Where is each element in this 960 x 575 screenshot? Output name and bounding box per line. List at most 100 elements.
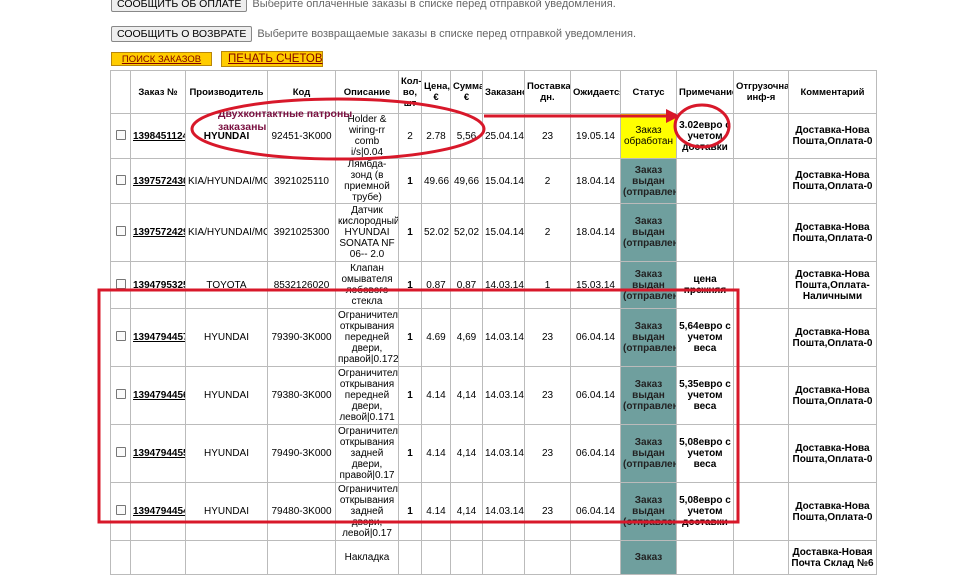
price-cell: [421, 540, 451, 575]
header-select: [110, 70, 131, 114]
ordered-date-cell: 15.04.14: [482, 203, 525, 262]
description-cell: Ограничитель открывания задней двери, пр…: [335, 424, 399, 483]
ordered-date-cell: 14.03.14: [482, 366, 525, 425]
order-number-link[interactable]: 1394794457: [130, 308, 186, 367]
row-checkbox[interactable]: [110, 261, 131, 309]
shipping-info-cell: [733, 158, 789, 204]
price-cell: 0.87: [421, 261, 451, 309]
order-number-link[interactable]: 1397572430: [130, 158, 186, 204]
note-cell: 5,64евро с учетом веса: [676, 308, 734, 367]
row-checkbox[interactable]: [110, 366, 131, 425]
table-row: 1394795325 TOYOTA 8532126020 Клапан омыв…: [110, 261, 877, 309]
note-cell: 5,08евро с учетом веса: [676, 424, 734, 483]
order-number-link[interactable]: [130, 540, 186, 575]
description-cell: Датчик кислородный HYUNDAI SONATA NF 06-…: [335, 203, 399, 262]
sum-cell: 49,66: [450, 158, 483, 204]
delivery-days-cell: 23: [524, 113, 571, 159]
header-ordered[interactable]: Заказано: [482, 70, 525, 114]
order-number-link[interactable]: 1394794455: [130, 424, 186, 483]
print-invoices-button[interactable]: ПЕЧАТЬ СЧЕТОВ: [221, 51, 323, 67]
sum-cell: 4,14: [450, 482, 483, 541]
row-checkbox[interactable]: [110, 158, 131, 204]
row-checkbox[interactable]: [110, 424, 131, 483]
price-cell: 4.69: [421, 308, 451, 367]
expected-date-cell: 18.04.14: [570, 203, 621, 262]
header-expected[interactable]: Ожидается: [570, 70, 621, 114]
header-status[interactable]: Статус: [620, 70, 677, 114]
sum-cell: 4,14: [450, 366, 483, 425]
sum-cell: 4,14: [450, 424, 483, 483]
description-cell: Накладка: [335, 540, 399, 575]
row-checkbox[interactable]: [110, 113, 131, 159]
comment-cell: Доставка-Новая Почта Склад №6: [788, 540, 877, 575]
header-qty[interactable]: Кол-во, шт: [398, 70, 422, 114]
price-cell: 4.14: [421, 424, 451, 483]
shipping-info-cell: [733, 366, 789, 425]
comment-cell: Доставка-Нова Пошта,Оплата-Наличными: [788, 261, 877, 309]
ordered-date-cell: [482, 540, 525, 575]
row-checkbox[interactable]: [110, 203, 131, 262]
expected-date-cell: 06.04.14: [570, 424, 621, 483]
order-number-link[interactable]: 1398451124: [130, 113, 186, 159]
ordered-date-cell: 25.04.14: [482, 113, 525, 159]
status-badge: Заказ выдан (отправлен): [620, 261, 677, 309]
header-delivery[interactable]: Поставка, дн.: [524, 70, 571, 114]
delivery-days-cell: [524, 540, 571, 575]
shipping-info-cell: [733, 113, 789, 159]
qty-cell: 1: [398, 482, 422, 541]
search-orders-button[interactable]: ПОИСК ЗАКАЗОВ: [111, 52, 212, 66]
sum-cell: [450, 540, 483, 575]
manufacturer-cell: TOYOTA: [185, 261, 268, 309]
annotation-text: Двухконтактные патроны заказаны: [218, 108, 353, 133]
note-cell: цена прежняя: [676, 261, 734, 309]
notify-payment-button[interactable]: СООБЩИТЬ ОБ ОПЛАТЕ: [111, 0, 248, 12]
expected-date-cell: 15.03.14: [570, 261, 621, 309]
shipping-info-cell: [733, 203, 789, 262]
vertical-scrollbar[interactable]: [948, 0, 960, 540]
header-shipping[interactable]: Отгрузочная инф-я: [733, 70, 789, 114]
code-cell: 3921025300: [267, 203, 336, 262]
order-number-link[interactable]: 1397572429: [130, 203, 186, 262]
status-badge: Заказ обработан: [620, 113, 677, 159]
table-row: 1394794454 HYUNDAI 79480-3K000 Ограничит…: [110, 482, 877, 541]
description-cell: Ограничитель открывания передней двери, …: [335, 308, 399, 367]
comment-cell: Доставка-Нова Пошта,Оплата-0: [788, 158, 877, 204]
notify-payment-hint: Выберите оплаченные заказы в списке пере…: [252, 0, 616, 10]
code-cell: 79480-3K000: [267, 482, 336, 541]
header-price[interactable]: Цена, €: [421, 70, 451, 114]
row-checkbox[interactable]: [110, 308, 131, 367]
order-number-link[interactable]: 1394794454: [130, 482, 186, 541]
delivery-days-cell: 23: [524, 424, 571, 483]
price-cell: 4.14: [421, 482, 451, 541]
shipping-info-cell: [733, 308, 789, 367]
price-cell: 52.02: [421, 203, 451, 262]
comment-cell: Доставка-Нова Пошта,Оплата-0: [788, 366, 877, 425]
status-badge: Заказ выдан (отправлен): [620, 482, 677, 541]
expected-date-cell: 18.04.14: [570, 158, 621, 204]
delivery-days-cell: 23: [524, 366, 571, 425]
return-notify-row: СООБЩИТЬ О ВОЗВРАТЕ Выберите возвращаемы…: [111, 26, 636, 42]
order-number-link[interactable]: 1394794456: [130, 366, 186, 425]
ordered-date-cell: 14.03.14: [482, 308, 525, 367]
price-cell: 49.66: [421, 158, 451, 204]
manufacturer-cell: [185, 540, 268, 575]
row-checkbox[interactable]: [110, 540, 131, 575]
code-cell: 3921025110: [267, 158, 336, 204]
payment-notify-row: СООБЩИТЬ ОБ ОПЛАТЕ Выберите оплаченные з…: [111, 0, 616, 12]
comment-cell: Доставка-Нова Пошта,Оплата-0: [788, 113, 877, 159]
description-cell: Лямбда-зонд (в приемной трубе): [335, 158, 399, 204]
header-order-no[interactable]: Заказ №: [130, 70, 186, 114]
header-comment[interactable]: Комментарий: [788, 70, 877, 114]
header-note[interactable]: Примечание: [676, 70, 734, 114]
expected-date-cell: 06.04.14: [570, 308, 621, 367]
table-row: 1394794456 HYUNDAI 79380-3K000 Ограничит…: [110, 366, 877, 425]
header-sum[interactable]: Сумма, €: [450, 70, 483, 114]
row-checkbox[interactable]: [110, 482, 131, 541]
order-number-link[interactable]: 1394795325: [130, 261, 186, 309]
notify-return-button[interactable]: СООБЩИТЬ О ВОЗВРАТЕ: [111, 26, 253, 42]
table-row: Накладка Заказ Доставка-Новая Почта Скла…: [110, 540, 877, 575]
delivery-days-cell: 1: [524, 261, 571, 309]
delivery-days-cell: 23: [524, 308, 571, 367]
note-cell: 5,35евро с учетом веса: [676, 366, 734, 425]
price-cell: 4.14: [421, 366, 451, 425]
